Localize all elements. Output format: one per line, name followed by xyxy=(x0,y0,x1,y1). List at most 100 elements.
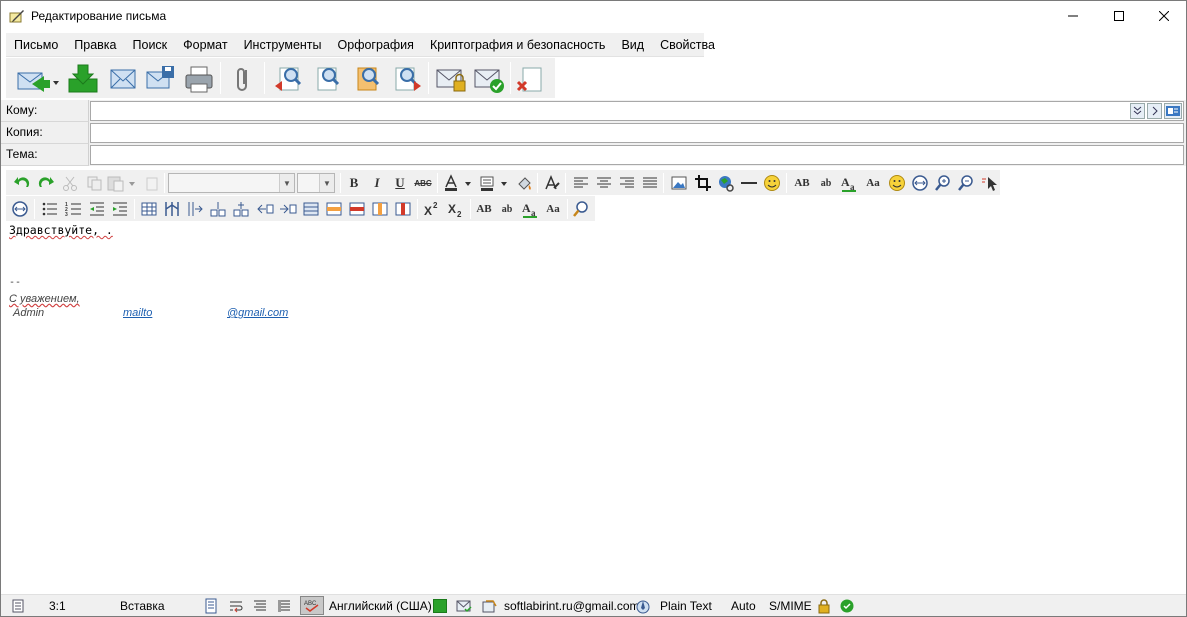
outdent-button[interactable] xyxy=(87,199,107,219)
language-indicator[interactable]: Английский (США) xyxy=(329,599,432,613)
signature-email-link[interactable]: @gmail.com xyxy=(227,307,288,319)
indent-button[interactable] xyxy=(110,199,130,219)
insert-table-button[interactable] xyxy=(139,199,159,219)
compass-icon[interactable] xyxy=(635,598,651,614)
menu-crypto[interactable]: Криптография и безопасность xyxy=(422,33,614,57)
paragraph-icon[interactable] xyxy=(252,598,268,614)
account-icon[interactable] xyxy=(481,598,497,614)
address-book-button[interactable] xyxy=(1164,103,1182,119)
superscript-button[interactable]: X2 xyxy=(422,199,442,219)
crop-button[interactable] xyxy=(693,173,713,193)
subject-field[interactable] xyxy=(90,145,1184,165)
find-replace-button[interactable] xyxy=(350,62,384,96)
bold-button[interactable]: B xyxy=(344,173,364,193)
sign-button[interactable] xyxy=(472,62,506,96)
find-in-text-button[interactable] xyxy=(571,199,591,219)
align-center-button[interactable] xyxy=(594,173,614,193)
message-editor[interactable]: Здравствуйте, . -- С уважением, Admin ma… xyxy=(1,222,1186,594)
text-format[interactable]: Plain Text xyxy=(660,599,712,613)
account-email[interactable]: softlabirint.ru@gmail.com xyxy=(504,599,640,613)
page-view-icon[interactable] xyxy=(203,598,219,614)
menu-format[interactable]: Формат xyxy=(175,33,235,57)
horizontal-line-button[interactable] xyxy=(739,173,759,193)
pick-tool-button[interactable] xyxy=(979,173,999,193)
align-left-button[interactable] xyxy=(571,173,591,193)
insert-row-button[interactable] xyxy=(324,199,344,219)
numbered-list-button[interactable]: 123 xyxy=(64,199,84,219)
italic-button[interactable]: I xyxy=(367,173,387,193)
insert-image-button[interactable] xyxy=(669,173,689,193)
zoom-out-button[interactable] xyxy=(956,173,976,193)
highlight-color-button[interactable] xyxy=(478,173,510,193)
uppercase-button-2[interactable]: AB xyxy=(474,199,494,219)
copy-button[interactable] xyxy=(84,173,104,193)
capitalize-button[interactable]: Aa xyxy=(863,173,883,193)
merge-left-button[interactable] xyxy=(255,199,275,219)
bullet-list-button[interactable] xyxy=(40,199,60,219)
print-button[interactable] xyxy=(182,62,216,96)
paste-button[interactable] xyxy=(106,173,138,193)
menu-edit[interactable]: Правка xyxy=(66,33,124,57)
expand-recipients-button[interactable] xyxy=(1130,103,1145,119)
signature-mailto-link[interactable]: mailto xyxy=(123,307,152,319)
insert-column-button[interactable] xyxy=(185,199,205,219)
menu-properties[interactable]: Свойства xyxy=(652,33,723,57)
merge-right-button[interactable] xyxy=(278,199,298,219)
attach-button[interactable] xyxy=(226,62,260,96)
lock-icon[interactable] xyxy=(816,598,832,614)
next-recipient-button[interactable] xyxy=(1147,103,1162,119)
find-next-button[interactable] xyxy=(390,62,424,96)
lowercase-button-2[interactable]: ab xyxy=(497,199,517,219)
uppercase-button[interactable]: AB xyxy=(792,173,812,193)
close-button[interactable] xyxy=(1141,1,1187,31)
zoom-in-button[interactable] xyxy=(933,173,953,193)
undo-button[interactable] xyxy=(12,173,32,193)
delete-row-button[interactable] xyxy=(347,199,367,219)
split-cells-button[interactable] xyxy=(162,199,182,219)
encrypt-button[interactable] xyxy=(434,62,468,96)
security-protocol[interactable]: S/MIME xyxy=(769,599,812,613)
clear-format-button[interactable] xyxy=(542,173,562,193)
font-name-select[interactable]: ▼ xyxy=(168,173,295,193)
save-draft-button[interactable] xyxy=(106,62,140,96)
underline-button[interactable]: U xyxy=(390,173,410,193)
insert-col-button[interactable] xyxy=(370,199,390,219)
insert-mode[interactable]: Вставка xyxy=(120,599,165,613)
line-numbers-icon[interactable] xyxy=(276,598,292,614)
smiley-menu-button[interactable] xyxy=(887,173,907,193)
insert-row-above-button[interactable] xyxy=(208,199,228,219)
font-size-select[interactable]: ▼ xyxy=(297,173,335,193)
subscript-button[interactable]: X2 xyxy=(446,199,466,219)
discard-button[interactable] xyxy=(514,62,548,96)
fit-width-button[interactable] xyxy=(910,173,930,193)
menu-search[interactable]: Поиск xyxy=(125,33,176,57)
text-color-button[interactable] xyxy=(442,173,474,193)
cc-field[interactable] xyxy=(90,123,1184,143)
wrap-text-icon[interactable] xyxy=(228,598,244,614)
page-width-button[interactable] xyxy=(10,199,30,219)
insert-row-below-button[interactable] xyxy=(231,199,251,219)
menu-message[interactable]: Письмо xyxy=(6,33,66,57)
menu-spelling[interactable]: Орфография xyxy=(330,33,422,57)
signed-check-icon[interactable] xyxy=(839,598,855,614)
toggle-case-button-2[interactable]: Aa xyxy=(520,199,540,219)
delete-col-button[interactable] xyxy=(393,199,413,219)
redo-button[interactable] xyxy=(36,173,56,193)
justify-button[interactable] xyxy=(640,173,660,193)
minimize-button[interactable] xyxy=(1050,1,1096,31)
find-button[interactable] xyxy=(310,62,344,96)
send-button[interactable] xyxy=(14,62,62,96)
spellcheck-toggle[interactable]: ABC xyxy=(300,596,324,615)
envelope-check-icon[interactable] xyxy=(456,598,472,614)
find-previous-button[interactable] xyxy=(272,62,306,96)
insert-smiley-button[interactable] xyxy=(762,173,782,193)
align-right-button[interactable] xyxy=(617,173,637,193)
lowercase-button[interactable]: ab xyxy=(816,173,836,193)
to-field[interactable] xyxy=(90,101,1184,121)
paste-special-button[interactable] xyxy=(142,173,162,193)
charset[interactable]: Auto xyxy=(731,599,756,613)
save-to-outbox-button[interactable] xyxy=(66,62,100,96)
table-properties-button[interactable] xyxy=(301,199,321,219)
toggle-case-button[interactable]: Aa xyxy=(839,173,859,193)
insert-link-button[interactable] xyxy=(716,173,736,193)
